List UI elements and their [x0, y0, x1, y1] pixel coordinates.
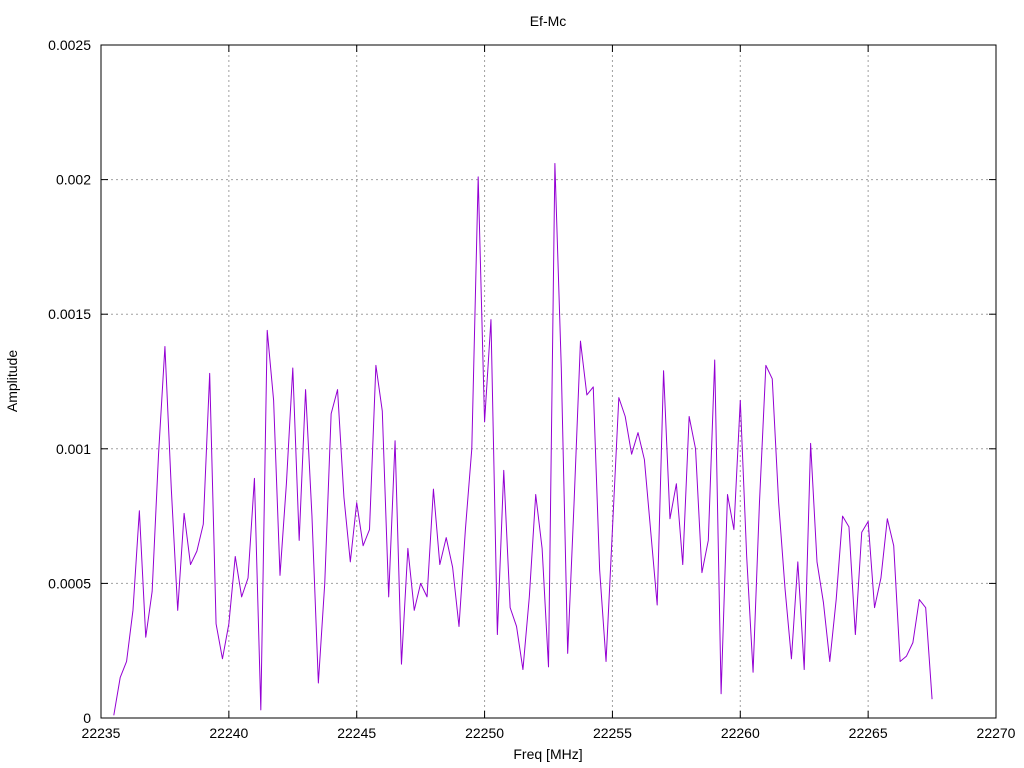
x-tick-label: 22255 — [593, 725, 632, 741]
x-tick-label: 22240 — [209, 725, 248, 741]
x-tick-label: 22245 — [337, 725, 376, 741]
y-tick-label: 0.001 — [56, 441, 91, 457]
y-tick-label: 0.0005 — [48, 575, 91, 591]
chart-background — [0, 0, 1024, 768]
x-tick-label: 22235 — [82, 725, 121, 741]
x-tick-label: 22260 — [721, 725, 760, 741]
x-tick-label: 22270 — [977, 725, 1016, 741]
x-tick-label: 22265 — [849, 725, 888, 741]
x-tick-label: 22250 — [465, 725, 504, 741]
y-axis-label: Amplitude — [4, 350, 20, 412]
line-chart: 22235 22240 22245 22250 22255 22260 22265 22270… — [0, 0, 1024, 768]
chart-title: Ef-Mc — [530, 13, 567, 29]
y-tick-label: 0.0025 — [48, 37, 91, 53]
y-tick-label: 0.0015 — [48, 306, 91, 322]
y-tick-label: 0 — [83, 710, 91, 726]
y-tick-label: 0.002 — [56, 172, 91, 188]
x-axis-label: Freq [MHz] — [513, 746, 582, 762]
